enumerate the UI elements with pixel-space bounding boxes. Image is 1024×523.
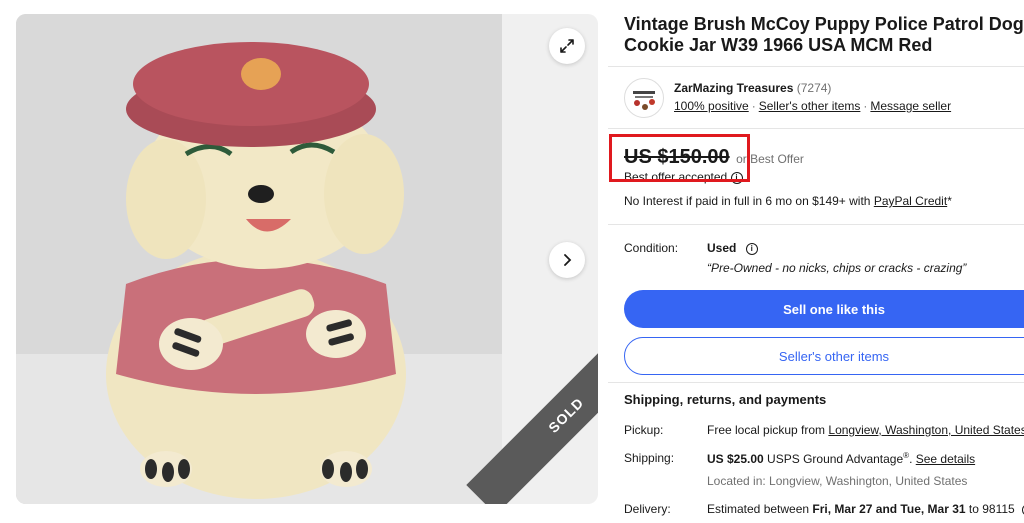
message-seller-link[interactable]: Message seller (870, 99, 951, 113)
product-image[interactable] (16, 14, 502, 504)
seller-avatar[interactable] (624, 78, 664, 118)
shipping-price: US $25.00 (707, 452, 764, 466)
expand-button[interactable] (549, 28, 585, 64)
expand-icon (560, 39, 574, 53)
condition-description: “Pre-Owned - no nicks, chips or cracks -… (707, 261, 967, 275)
delivery-dates: Fri, Mar 27 and Tue, Mar 31 (812, 502, 966, 516)
seller-links: 100% positive · Seller's other items · Messa… (674, 99, 952, 113)
info-icon[interactable]: i (745, 242, 758, 255)
divider (608, 128, 1024, 129)
condition-value-text: Used (707, 241, 737, 255)
credit-text: No Interest if paid in full in 6 mo on $… (624, 194, 874, 208)
paypal-credit-link[interactable]: PayPal Credit (874, 194, 947, 208)
listing-title: Vintage Brush McCoy Puppy Police Patrol … (624, 14, 1024, 55)
pickup-value: Free local pickup from Longview, Washing… (707, 423, 1024, 437)
seller-positive-link[interactable]: 100% positive (674, 99, 749, 113)
seller-logo-icon (626, 80, 662, 116)
seller-card: ZarMazing Treasures (7274) 100% positive… (624, 76, 1024, 120)
sell-one-like-this-button[interactable]: Sell one like this (624, 290, 1024, 328)
condition-value: Used i (707, 241, 758, 255)
credit-suffix: * (947, 194, 952, 208)
seller-name-text[interactable]: ZarMazing Treasures (674, 81, 793, 95)
seller-name[interactable]: ZarMazing Treasures (7274) (674, 81, 831, 95)
listing-info-panel: Vintage Brush McCoy Puppy Police Patrol … (624, 14, 1024, 56)
divider (608, 66, 1024, 67)
registered-mark: ® (903, 451, 910, 460)
seller-feedback-count: (7274) (796, 81, 832, 95)
cookie-jar-illustration (16, 14, 502, 504)
paypal-credit-line: No Interest if paid in full in 6 mo on $… (624, 194, 952, 208)
pickup-label: Pickup: (624, 423, 664, 437)
see-details-link[interactable]: See details (916, 452, 975, 466)
shipping-label: Shipping: (624, 451, 675, 465)
delivery-value: Estimated between Fri, Mar 27 and Tue, M… (707, 502, 1024, 516)
next-image-button[interactable] (549, 242, 585, 278)
delivery-suffix: to 98115 (965, 502, 1015, 516)
price-highlight-box (609, 134, 750, 182)
located-in: Located in: Longview, Washington, United… (707, 474, 968, 488)
shipping-section-heading: Shipping, returns, and payments (624, 392, 827, 407)
delivery-label: Delivery: (624, 502, 671, 516)
pickup-location-link[interactable]: Longview, Washington, United States 9 (828, 423, 1024, 437)
shipping-service: USPS Ground Advantage (763, 452, 904, 466)
delivery-prefix: Estimated between (707, 502, 813, 516)
divider (608, 382, 1024, 383)
shipping-value: US $25.00 USPS Ground Advantage®. See de… (707, 451, 976, 466)
sellers-other-items-button[interactable]: Seller's other items (624, 337, 1024, 375)
chevron-right-icon (564, 254, 572, 266)
seller-other-items-link[interactable]: Seller's other items (759, 99, 861, 113)
image-gallery: SOLD (16, 14, 598, 504)
divider (608, 224, 1024, 225)
condition-label: Condition: (624, 241, 679, 255)
pickup-text: Free local pickup from (707, 423, 829, 437)
